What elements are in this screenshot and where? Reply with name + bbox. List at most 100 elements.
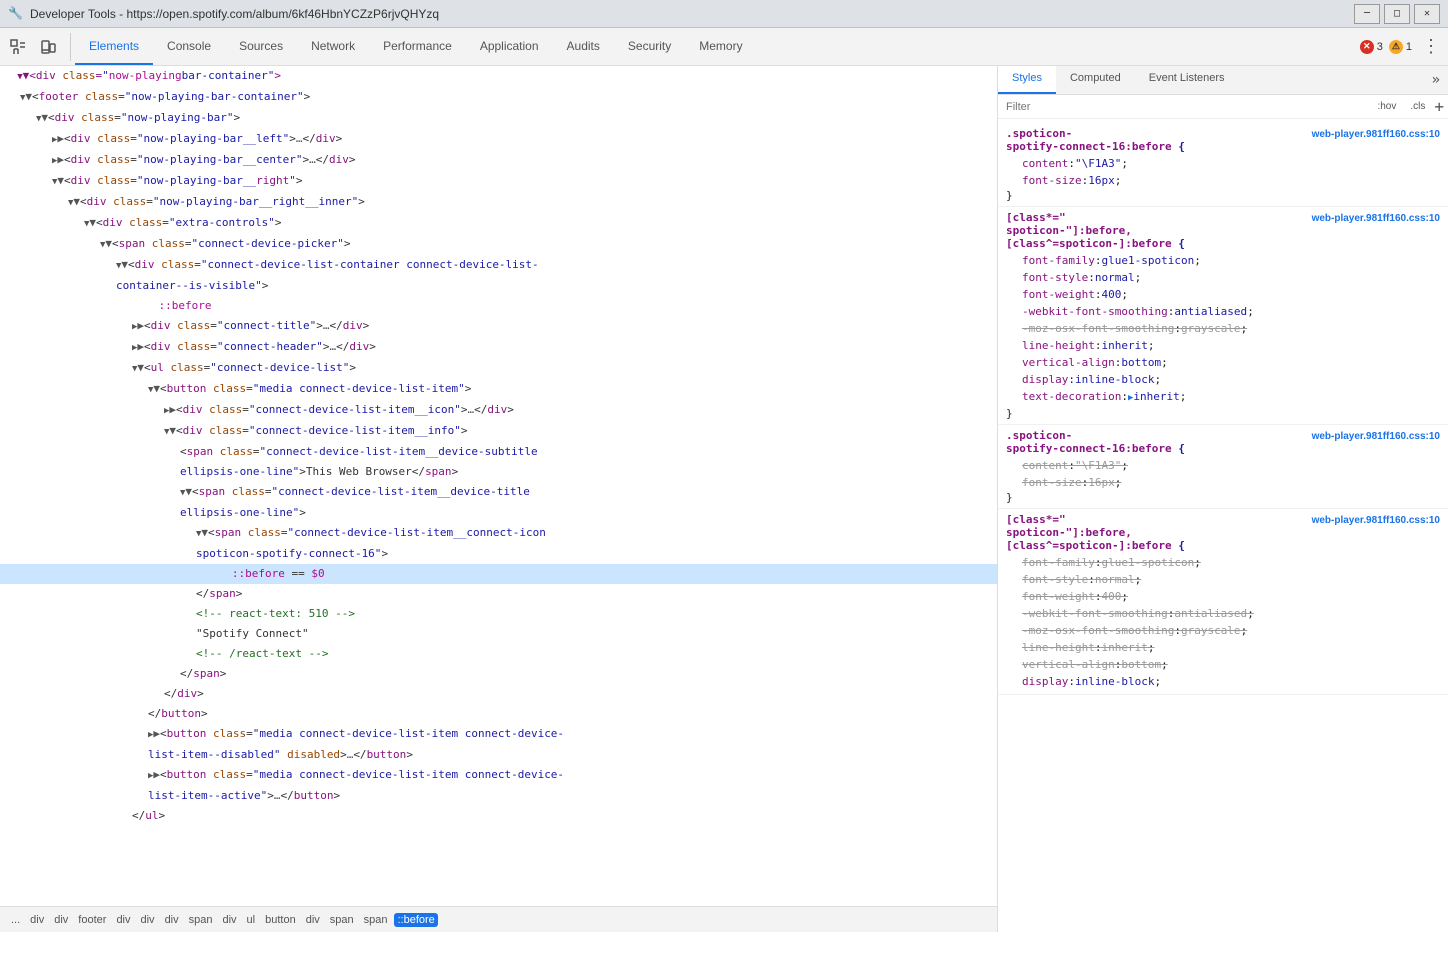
- titlebar-title: Developer Tools - https://open.spotify.c…: [30, 7, 1354, 21]
- style-prop-strikethrough: -webkit-font-smoothing: antialiased;: [1006, 605, 1440, 622]
- dom-line: ▶<button class="media connect-device-lis…: [0, 724, 997, 745]
- warning-badge[interactable]: ⚠ 1: [1389, 40, 1412, 54]
- style-source-3[interactable]: web-player.981ff160.css:10: [1312, 431, 1440, 442]
- breadcrumb-item-span2[interactable]: span: [327, 913, 357, 927]
- style-selector-1: .spoticon-spotify-connect-16:before { we…: [1006, 127, 1440, 153]
- more-options-button[interactable]: ⋮: [1418, 36, 1444, 57]
- style-source-2[interactable]: web-player.981ff160.css:10: [1312, 213, 1440, 224]
- tab-network[interactable]: Network: [297, 28, 369, 65]
- tab-computed[interactable]: Computed: [1056, 66, 1135, 94]
- dom-line: ▶<div class="connect-header">…</div>: [0, 337, 997, 358]
- error-count: ✕: [1360, 40, 1374, 54]
- breadcrumb-item-ul[interactable]: ul: [244, 913, 259, 927]
- tab-performance[interactable]: Performance: [369, 28, 466, 65]
- dom-line: <!-- /react-text -->: [0, 644, 997, 664]
- breadcrumb-item-span3[interactable]: span: [361, 913, 391, 927]
- style-prop: font-size: 16px;: [1006, 172, 1440, 189]
- dom-line: </button>: [0, 704, 997, 724]
- filter-add-button[interactable]: +: [1434, 97, 1444, 116]
- dom-line: ▼<div class="now-playing-bar__right__inn…: [0, 192, 997, 213]
- dom-line: ▶<div class="now-playing-bar__left">…</d…: [0, 129, 997, 150]
- styles-tabs-more[interactable]: »: [1424, 66, 1448, 94]
- minimize-button[interactable]: ─: [1354, 4, 1380, 24]
- style-source-4[interactable]: web-player.981ff160.css:10: [1312, 515, 1440, 526]
- main-content: ▼<div class="now-playingbar-container"> …: [0, 66, 1448, 932]
- breadcrumb-item[interactable]: ...: [8, 913, 23, 927]
- device-toggle-button[interactable]: [34, 33, 62, 61]
- style-prop-strikethrough: font-size: 16px;: [1006, 474, 1440, 491]
- dom-line: ▼<span class="connect-device-list-item__…: [0, 523, 997, 544]
- filter-input[interactable]: [1002, 99, 1368, 115]
- dom-line: ▶<div class="connect-device-list-item__i…: [0, 400, 997, 421]
- styles-tabs: Styles Computed Event Listeners »: [998, 66, 1448, 95]
- filter-bar: :hov .cls +: [998, 95, 1448, 119]
- style-prop-strikethrough: content: "\F1A3";: [1006, 457, 1440, 474]
- styles-content: .spoticon-spotify-connect-16:before { we…: [998, 119, 1448, 932]
- dom-line: ▼<span class="connect-device-picker">: [0, 234, 997, 255]
- dom-tree[interactable]: ▼<div class="now-playingbar-container"> …: [0, 66, 997, 906]
- style-selector-4: [class*="spoticon-"]:before,[class^=spot…: [1006, 513, 1440, 552]
- style-prop: display: inline-block;: [1006, 371, 1440, 388]
- style-prop: vertical-align: bottom;: [1006, 354, 1440, 371]
- close-button[interactable]: ✕: [1414, 4, 1440, 24]
- breadcrumb-item-div3[interactable]: div: [113, 913, 133, 927]
- style-source-1[interactable]: web-player.981ff160.css:10: [1312, 129, 1440, 140]
- style-selector-2: [class*="spoticon-"]:before,[class^=spot…: [1006, 211, 1440, 250]
- tab-elements[interactable]: Elements: [75, 28, 153, 65]
- dom-line: ▼<div class="connect-device-list-item__i…: [0, 421, 997, 442]
- dom-line: ellipsis-one-line">This Web Browser</spa…: [0, 462, 997, 482]
- tab-styles[interactable]: Styles: [998, 66, 1056, 94]
- dom-line: ▶<button class="media connect-device-lis…: [0, 765, 997, 786]
- tab-application[interactable]: Application: [466, 28, 553, 65]
- breadcrumb-item-div1[interactable]: div: [27, 913, 47, 927]
- dom-line: ellipsis-one-line">: [0, 503, 997, 523]
- style-prop-strikethrough: font-weight: 400;: [1006, 588, 1440, 605]
- breadcrumb-item-before[interactable]: ::before: [394, 913, 437, 927]
- breadcrumb-item-footer[interactable]: footer: [75, 913, 109, 927]
- dom-line: spoticon-spotify-connect-16">: [0, 544, 997, 564]
- toolbar-right: ✕ 3 ⚠ 1 ⋮: [1352, 36, 1444, 57]
- tab-memory[interactable]: Memory: [685, 28, 756, 65]
- breadcrumb-item-div7[interactable]: div: [303, 913, 323, 927]
- style-prop: font-family: glue1-spoticon;: [1006, 252, 1440, 269]
- style-rule-1: .spoticon-spotify-connect-16:before { we…: [998, 123, 1448, 207]
- dom-line: ▼<footer class="now-playing-bar-containe…: [0, 87, 997, 108]
- breadcrumb-item-button[interactable]: button: [262, 913, 299, 927]
- dom-line: list-item--active">…</button>: [0, 786, 997, 806]
- dom-line: ▼<ul class="connect-device-list">: [0, 358, 997, 379]
- breadcrumb-item-span1[interactable]: span: [186, 913, 216, 927]
- titlebar: 🔧 Developer Tools - https://open.spotify…: [0, 0, 1448, 28]
- breadcrumb-item-div5[interactable]: div: [162, 913, 182, 927]
- styles-panel: Styles Computed Event Listeners » :hov .…: [998, 66, 1448, 932]
- tab-event-listeners[interactable]: Event Listeners: [1135, 66, 1239, 94]
- window-controls[interactable]: ─ □ ✕: [1354, 4, 1440, 24]
- breadcrumb-item-div6[interactable]: div: [219, 913, 239, 927]
- dom-line: ▼<span class="connect-device-list-item__…: [0, 482, 997, 503]
- inspect-element-button[interactable]: [4, 33, 32, 61]
- dom-line: ▶<div class="connect-title">…</div>: [0, 316, 997, 337]
- filter-hov-button[interactable]: :hov: [1372, 99, 1401, 114]
- dom-panel: ▼<div class="now-playingbar-container"> …: [0, 66, 998, 932]
- tab-audits[interactable]: Audits: [553, 28, 614, 65]
- style-prop: content: "\F1A3";: [1006, 155, 1440, 172]
- dom-line: ▼<div class="extra-controls">: [0, 213, 997, 234]
- dom-line: ::before: [0, 296, 997, 316]
- breadcrumb-item-div4[interactable]: div: [138, 913, 158, 927]
- filter-cls-button[interactable]: .cls: [1405, 99, 1430, 114]
- breadcrumb-bar: ... div div footer div div div span div …: [0, 906, 997, 932]
- style-prop-strikethrough: line-height: inherit;: [1006, 639, 1440, 656]
- error-badge[interactable]: ✕ 3: [1360, 40, 1383, 54]
- dom-line: ▶<div class="now-playing-bar__center">…<…: [0, 150, 997, 171]
- tab-security[interactable]: Security: [614, 28, 685, 65]
- maximize-button[interactable]: □: [1384, 4, 1410, 24]
- devtools-icon: 🔧: [8, 6, 24, 22]
- tab-console[interactable]: Console: [153, 28, 225, 65]
- style-prop: font-style: normal;: [1006, 269, 1440, 286]
- style-prop: text-decoration: ▶ inherit;: [1006, 388, 1440, 407]
- tab-sources[interactable]: Sources: [225, 28, 297, 65]
- style-prop: font-weight: 400;: [1006, 286, 1440, 303]
- dom-line: ▼<button class="media connect-device-lis…: [0, 379, 997, 400]
- dom-line-selected: ::before == $0: [0, 564, 997, 584]
- breadcrumb-item-div2[interactable]: div: [51, 913, 71, 927]
- dom-line: </ul>: [0, 806, 997, 826]
